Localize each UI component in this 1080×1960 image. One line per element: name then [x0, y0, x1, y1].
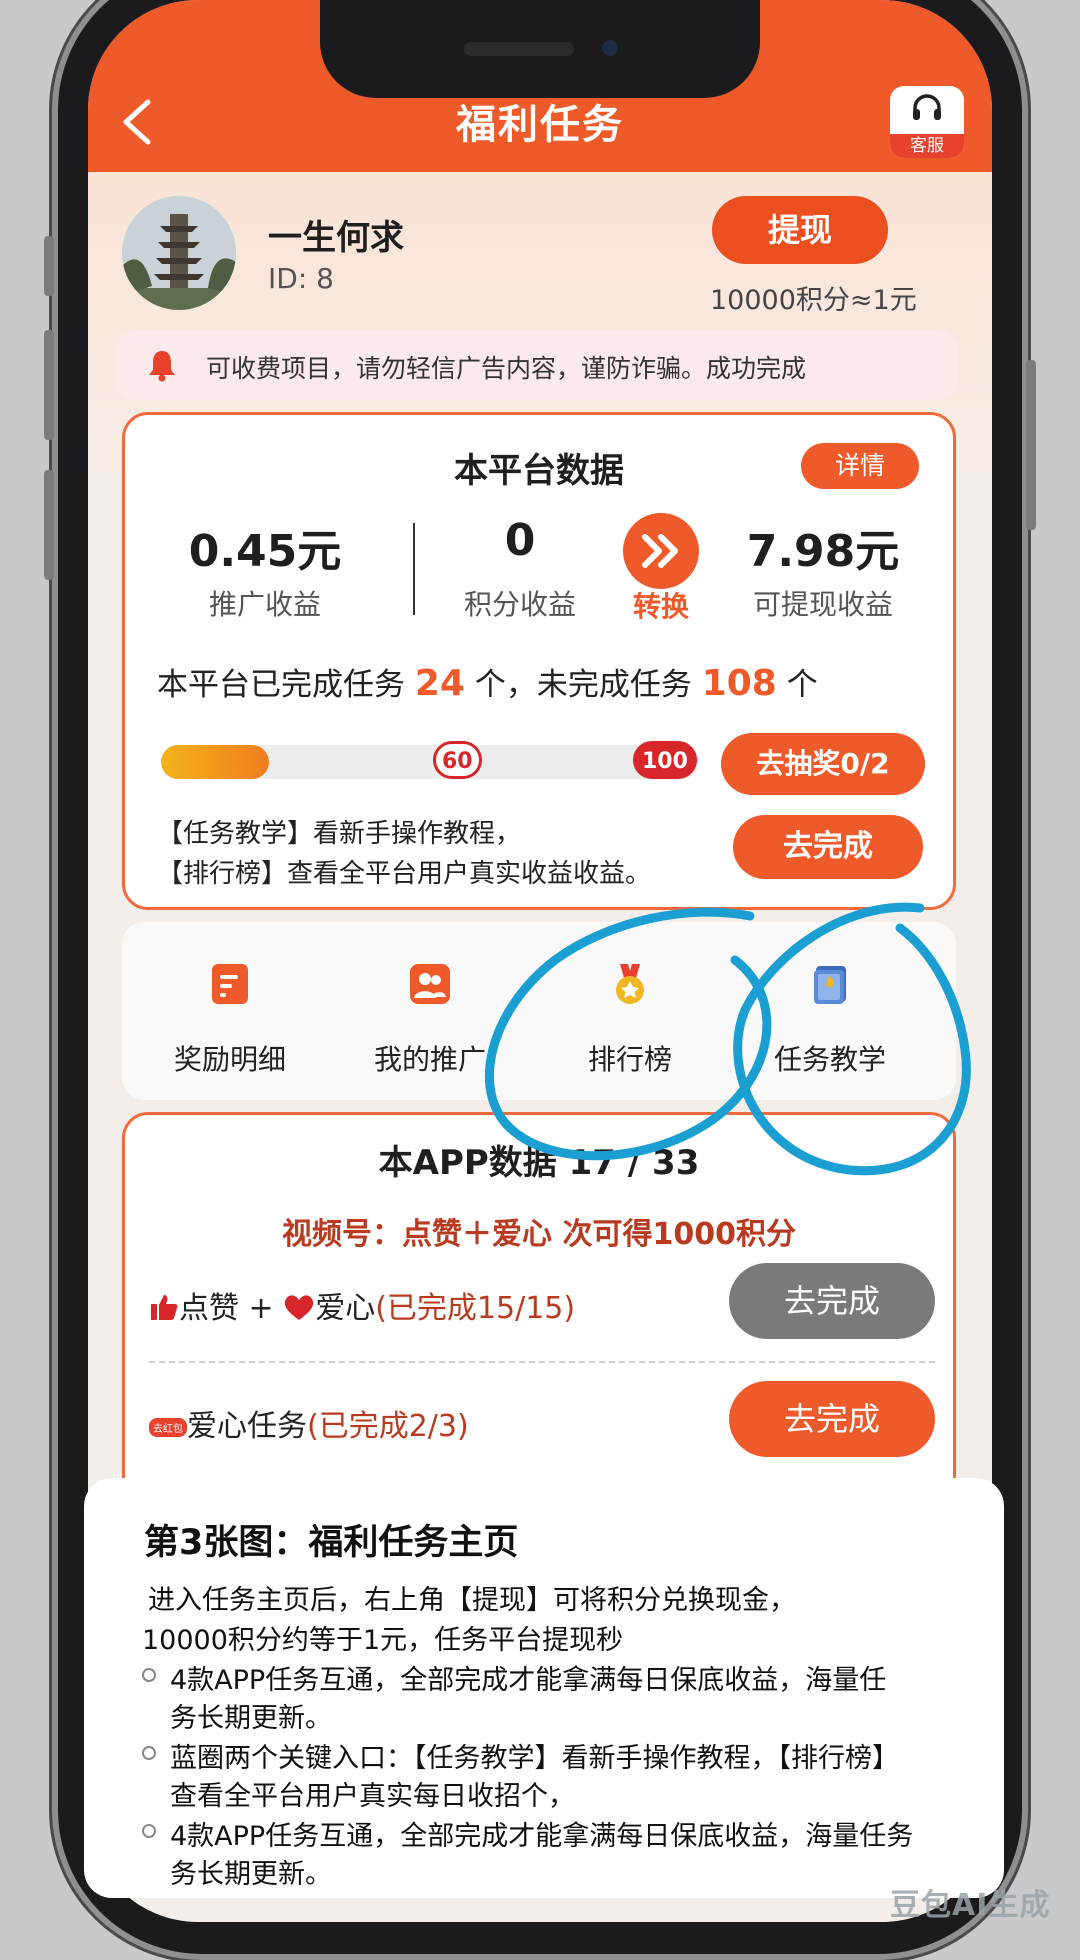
book-icon [814, 966, 846, 1004]
heart-icon [285, 1295, 314, 1320]
complete-task-button[interactable]: 去完成 [729, 1381, 935, 1457]
caption-title: 第3张图：福利任务主页 [144, 1523, 519, 1563]
headset-icon [913, 94, 941, 120]
pagoda-photo [122, 196, 236, 310]
shortcut-label: 奖励明细 [173, 1043, 286, 1076]
convert-button[interactable] [623, 513, 699, 589]
promotion-earnings-label: 推广收益 [208, 588, 321, 621]
task-summary-suffix: 个 [786, 667, 818, 703]
bullet-icon [142, 1746, 156, 1760]
tip-leaderboard: 【排行榜】查看全平台用户真实收益收益。 [157, 859, 652, 889]
caption-line: 务长期更新。 [170, 1859, 332, 1890]
double-chevron-right-icon [642, 534, 678, 568]
heart-task-label: 去红包 爱心任务(已完成2/3) [149, 1401, 469, 1445]
phone-notch [320, 0, 760, 98]
exchange-rate-text: 10000积分≈1元 [710, 285, 917, 316]
customer-service-label: 客服 [890, 134, 964, 158]
shortcut-my-promotion[interactable]: 我的推广 [330, 922, 530, 1100]
withdrawable-earnings-value: 7.98元 [746, 526, 900, 577]
app-data-card: 本APP数据 17 / 33 视频号：点赞＋爱心 次可得1000积分 点赞 + … [122, 1112, 956, 1532]
caption-line: 4款APP任务互通，全部完成才能拿满每日保底收益，海量任务 [170, 1821, 914, 1852]
users-icon [410, 964, 450, 1004]
caption-line: 务长期更新。 [170, 1703, 332, 1734]
heart-label: 爱心 [315, 1291, 376, 1326]
phone-side-button [44, 236, 54, 296]
caption-line: 4款APP任务互通，全部完成才能拿满每日保底收益，海量任 [170, 1665, 887, 1696]
notice-bar: 可收费项目，请勿轻信广告内容，谨防诈骗。成功完成 [116, 330, 958, 400]
shortcut-label: 我的推广 [373, 1043, 486, 1076]
progress-fill [161, 745, 269, 779]
speaker-grille [464, 42, 574, 56]
lottery-button[interactable]: 去抽奖0/2 [721, 733, 925, 795]
progress-bar: 60 100 [161, 741, 699, 779]
promotion-earnings-value: 0.45元 [188, 526, 342, 577]
bell-icon [149, 351, 175, 382]
shortcut-label: 任务教学 [773, 1043, 886, 1076]
caption-panel: 第3张图：福利任务主页 进入任务主页后，右上角【提现】可将积分兑换现金， 100… [84, 1478, 1004, 1898]
page-title: 福利任务 [456, 102, 624, 148]
complete-task-button-disabled[interactable]: 去完成 [729, 1263, 935, 1339]
uncompleted-count: 108 [701, 663, 777, 704]
phone-volume-down-button [44, 470, 54, 580]
phone-volume-up-button [44, 330, 54, 440]
front-camera [602, 40, 618, 56]
bullet-icon [142, 1668, 156, 1682]
milestone-100: 100 [633, 741, 697, 779]
notice-text: 可收费项目，请勿轻信广告内容，谨防诈骗。成功完成 [206, 354, 807, 383]
withdraw-button[interactable]: 提现 [712, 196, 888, 264]
withdrawable-earnings-label: 可提现收益 [752, 588, 893, 621]
like-heart-task-label: 点赞 + 爱心(已完成15/15) [149, 1283, 575, 1327]
task-status: (已完成15/15) [375, 1291, 576, 1326]
app-card-subtitle: 视频号：点赞＋爱心 次可得1000积分 [282, 1217, 796, 1252]
shortcut-task-tutorial[interactable]: 任务教学 [730, 922, 930, 1100]
user-id: ID: 8 [268, 262, 334, 295]
completed-count: 24 [414, 663, 465, 704]
shortcut-label: 排行榜 [587, 1043, 672, 1076]
thumbs-up-icon [151, 1295, 178, 1320]
watermark: 豆包AI生成 [890, 1888, 1051, 1923]
task-status: (已完成2/3) [307, 1409, 469, 1444]
heart-task-text: 爱心任务 [187, 1409, 307, 1444]
milestone-60: 60 [433, 741, 482, 779]
like-label: 点赞 + [179, 1291, 284, 1326]
tip-tutorial: 【任务教学】看新手操作教程， [157, 819, 522, 849]
task-summary-prefix: 本平台已完成任务 [157, 667, 405, 703]
caption-line: 蓝圈两个关键入口：【任务教学】看新手操作教程，【排行榜】 [170, 1743, 899, 1774]
bullet-icon [142, 1824, 156, 1838]
points-earnings-value: 0 [504, 515, 536, 566]
caption-line: 进入任务主页后，右上角【提现】可将积分兑换现金， [148, 1585, 796, 1616]
task-summary-mid: 个，未完成任务 [474, 667, 692, 703]
phone-power-button [1026, 360, 1036, 530]
shortcut-reward-details[interactable]: 奖励明细 [130, 922, 330, 1100]
caption-line: 10000积分约等于1元，任务平台提现秒 [142, 1625, 624, 1656]
avatar[interactable] [122, 196, 236, 310]
convert-label[interactable]: 转换 [625, 585, 697, 625]
complete-button[interactable]: 去完成 [733, 815, 923, 879]
row-divider [149, 1361, 935, 1363]
customer-service-button[interactable]: 客服 [890, 86, 964, 158]
shortcut-leaderboard[interactable]: 排行榜 [530, 922, 730, 1100]
platform-data-card: 本平台数据 详情 0.45元 推广收益 0 积分收益 转换 7.98元 可提现收… [122, 412, 956, 910]
red-packet-badge: 去红包 [149, 1418, 187, 1437]
user-name: 一生何求 [268, 218, 404, 258]
shortcut-bar: 奖励明细 我的推广 排行榜 任务教学 [122, 922, 956, 1100]
document-icon [212, 964, 248, 1004]
app-card-title: 本APP数据 17 / 33 [378, 1143, 700, 1183]
details-button[interactable]: 详情 [801, 443, 919, 489]
task-summary: 本平台已完成任务 24 个，未完成任务 108 个 [157, 659, 818, 704]
medal-icon [616, 964, 644, 1004]
caption-line: 查看全平台用户真实每日收招个， [170, 1781, 575, 1812]
points-earnings-label: 积分收益 [463, 588, 576, 621]
